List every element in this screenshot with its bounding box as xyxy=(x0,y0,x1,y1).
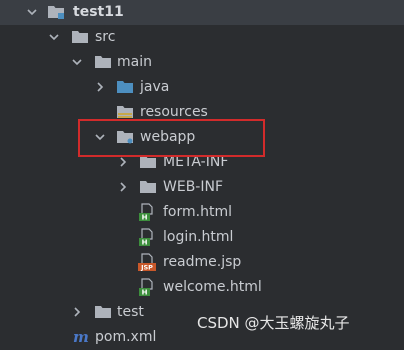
html-file-icon: H xyxy=(138,278,156,297)
tree-label-meta-inf: META-INF xyxy=(163,154,229,170)
maven-file-icon: m xyxy=(71,328,91,346)
jsp-badge-text: JSP xyxy=(140,264,153,272)
tree-row-resources[interactable]: resources xyxy=(0,100,404,125)
html-badge-text: H xyxy=(142,289,148,297)
source-folder-icon xyxy=(116,79,134,95)
tree-label-web-inf: WEB-INF xyxy=(163,179,223,195)
tree-row-login-html[interactable]: H login.html xyxy=(0,225,404,250)
tree-row-web-inf[interactable]: WEB-INF xyxy=(0,175,404,200)
svg-text:m: m xyxy=(73,328,89,346)
html-file-icon: H xyxy=(138,203,156,222)
chevron-right-icon[interactable] xyxy=(116,180,130,194)
tree-label-readme-jsp: readme.jsp xyxy=(163,254,242,270)
chevron-right-icon[interactable] xyxy=(93,80,107,94)
tree-row-welcome-html[interactable]: H welcome.html xyxy=(0,275,404,300)
tree-label-test: test xyxy=(117,304,144,320)
folder-icon xyxy=(139,179,157,195)
folder-icon xyxy=(94,54,112,70)
html-badge-text: H xyxy=(142,239,148,247)
tree-row-meta-inf[interactable]: META-INF xyxy=(0,150,404,175)
chevron-right-icon[interactable] xyxy=(116,155,130,169)
tree-label-welcome-html: welcome.html xyxy=(163,279,262,295)
tree-label-main: main xyxy=(117,54,152,70)
tree-label-src: src xyxy=(95,29,116,45)
html-badge-text: H xyxy=(142,214,148,222)
project-tree: test11 src main java resources webapp ME… xyxy=(0,0,404,346)
chevron-down-icon[interactable] xyxy=(25,5,39,19)
tree-label-webapp: webapp xyxy=(140,129,196,145)
tree-label-pom-xml: pom.xml xyxy=(95,329,157,345)
folder-icon xyxy=(71,29,89,45)
chevron-down-icon[interactable] xyxy=(47,30,61,44)
tree-row-main[interactable]: main xyxy=(0,50,404,75)
folder-icon xyxy=(94,304,112,320)
tree-label-form-html: form.html xyxy=(163,204,232,220)
folder-icon xyxy=(139,154,157,170)
tree-label-java: java xyxy=(140,79,170,95)
tree-row-webapp[interactable]: webapp xyxy=(0,125,404,150)
watermark-text: CSDN @大玉螺旋丸子 xyxy=(197,314,350,332)
tree-row-java[interactable]: java xyxy=(0,75,404,100)
module-folder-icon xyxy=(47,4,65,20)
tree-row-src[interactable]: src xyxy=(0,25,404,50)
tree-row-project[interactable]: test11 xyxy=(0,0,404,25)
chevron-down-icon[interactable] xyxy=(70,55,84,69)
chevron-down-icon[interactable] xyxy=(93,130,107,144)
tree-row-readme-jsp[interactable]: JSP readme.jsp xyxy=(0,250,404,275)
html-file-icon: H xyxy=(138,228,156,247)
tree-label-project: test11 xyxy=(73,4,124,20)
resources-folder-icon xyxy=(116,104,134,120)
chevron-right-icon[interactable] xyxy=(70,305,84,319)
web-folder-icon xyxy=(116,129,134,145)
tree-label-resources: resources xyxy=(140,104,208,120)
jsp-file-icon: JSP xyxy=(138,253,158,272)
tree-label-login-html: login.html xyxy=(163,229,234,245)
tree-row-form-html[interactable]: H form.html xyxy=(0,200,404,225)
